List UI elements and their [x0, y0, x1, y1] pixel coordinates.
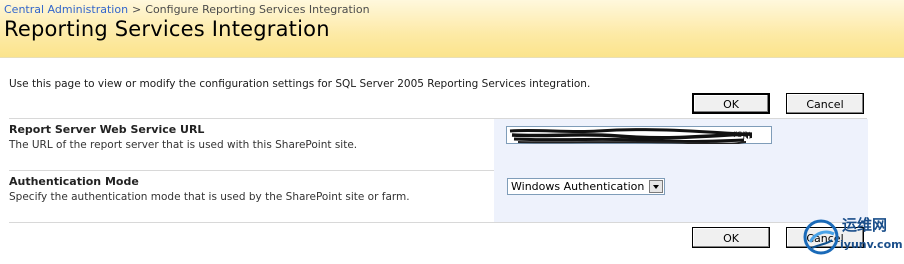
watermark-logo-icon: [803, 219, 839, 255]
authentication-mode-title: Authentication Mode: [9, 175, 139, 188]
breadcrumb-current: Configure Reporting Services Integration: [145, 3, 370, 16]
redaction-scribble: [509, 128, 752, 144]
ok-button-bottom[interactable]: OK: [692, 227, 770, 248]
breadcrumb-separator: >: [132, 3, 142, 16]
page-title: Reporting Services Integration: [4, 17, 330, 41]
cancel-button-top[interactable]: Cancel: [786, 93, 864, 114]
chevron-down-icon[interactable]: [649, 180, 663, 193]
ok-button-top[interactable]: OK: [692, 93, 770, 114]
authentication-mode-description: Specify the authentication mode that is …: [9, 191, 410, 203]
authentication-mode-selected: Windows Authentication: [511, 180, 645, 193]
breadcrumb: Central Administration > Configure Reporti…: [4, 3, 370, 16]
page-header: Central Administration > Configure Reporti…: [0, 0, 904, 57]
page-description: Use this page to view or modify the conf…: [9, 78, 591, 90]
watermark-cn-text: 运维网: [842, 216, 888, 234]
authentication-mode-select[interactable]: Windows Authentication: [507, 178, 665, 195]
report-server-url-title: Report Server Web Service URL: [9, 123, 205, 136]
report-server-url-description: The URL of the report server that is use…: [9, 139, 358, 151]
watermark-url-text: iyunv.com: [840, 238, 903, 251]
header-divider: [0, 57, 904, 58]
breadcrumb-link-central-administration[interactable]: Central Administration: [4, 3, 128, 16]
watermark: 运维网 iyunv.com: [800, 212, 904, 264]
section-divider-bottom: [9, 222, 867, 223]
